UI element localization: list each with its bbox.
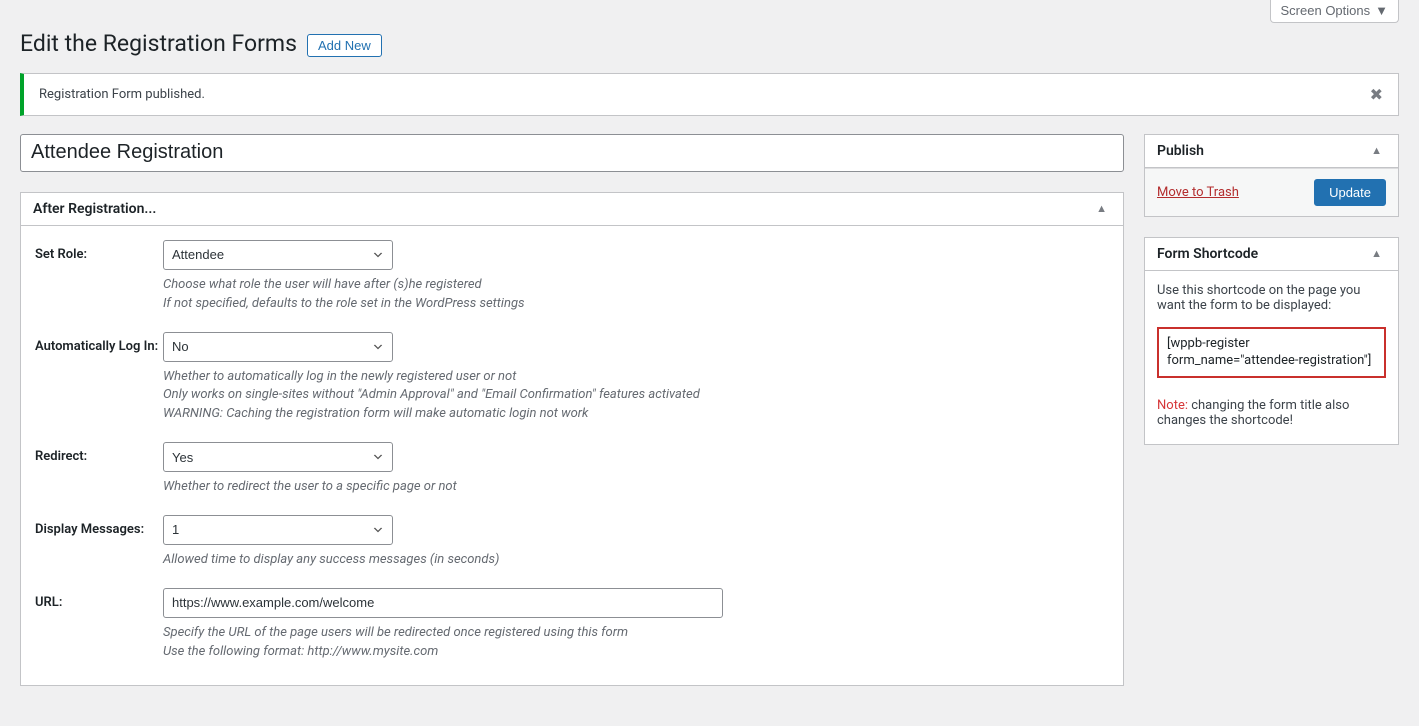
auto-login-desc3: WARNING: Caching the registration form w… [163,405,1109,424]
publish-title: Publish [1157,143,1204,159]
publish-metabox: Publish ▲ Move to Trash Update [1144,134,1399,217]
move-to-trash-link[interactable]: Move to Trash [1157,185,1239,200]
collapse-icon[interactable]: ▲ [1367,144,1386,157]
chevron-down-icon: ▼ [1375,3,1388,18]
redirect-select[interactable]: Yes [163,442,393,472]
after-registration-metabox: After Registration... ▲ Set Role: Attend… [20,192,1124,687]
shortcode-title: Form Shortcode [1157,246,1258,262]
screen-options-button[interactable]: Screen Options ▼ [1270,0,1399,23]
redirect-label: Redirect: [35,442,163,497]
url-desc1: Specify the URL of the page users will b… [163,624,1109,643]
note-label: Note: [1157,398,1188,413]
metabox-title: After Registration... [33,201,156,217]
auto-login-label: Automatically Log In: [35,332,163,425]
title-input[interactable] [20,134,1124,172]
auto-login-desc2: Only works on single-sites without "Admi… [163,386,1109,405]
close-icon[interactable]: ✖ [1370,85,1383,104]
shortcode-code[interactable]: [wppb-register form_name="attendee-regis… [1157,327,1386,378]
page-title: Edit the Registration Forms [20,29,297,59]
success-notice: Registration Form published. ✖ [20,73,1399,116]
collapse-icon[interactable]: ▲ [1092,202,1111,215]
update-button[interactable]: Update [1314,179,1386,206]
set-role-desc2: If not specified, defaults to the role s… [163,295,1109,314]
display-messages-label: Display Messages: [35,515,163,570]
redirect-desc1: Whether to redirect the user to a specif… [163,478,1109,497]
display-messages-desc1: Allowed time to display any success mess… [163,551,1109,570]
collapse-icon[interactable]: ▲ [1367,247,1386,260]
shortcode-intro: Use this shortcode on the page you want … [1157,283,1386,313]
url-input[interactable] [163,588,723,618]
auto-login-desc1: Whether to automatically log in the newl… [163,368,1109,387]
url-desc2: Use the following format: http://www.mys… [163,643,1109,662]
set-role-desc1: Choose what role the user will have afte… [163,276,1109,295]
add-new-button[interactable]: Add New [307,34,382,57]
shortcode-metabox: Form Shortcode ▲ Use this shortcode on t… [1144,237,1399,445]
shortcode-note: Note: changing the form title also chang… [1157,398,1386,428]
set-role-label: Set Role: [35,240,163,314]
notice-message: Registration Form published. [39,87,205,102]
screen-options-label: Screen Options [1281,3,1371,18]
set-role-select[interactable]: Attendee [163,240,393,270]
display-messages-select[interactable]: 1 [163,515,393,545]
auto-login-select[interactable]: No [163,332,393,362]
url-label: URL: [35,588,163,662]
